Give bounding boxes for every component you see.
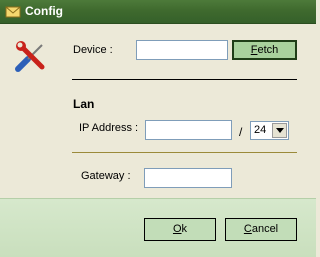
config-window: Config Device : Fetch Lan IP Address : /… (0, 0, 316, 257)
ok-button-mnemonic: O (172, 223, 182, 235)
gateway-input[interactable] (144, 168, 232, 188)
ip-address-input[interactable] (145, 120, 232, 140)
fetch-button-label: etch (257, 44, 279, 56)
divider-top (72, 79, 297, 80)
cancel-button-mnemonic: C (243, 223, 252, 235)
device-label: Device : (73, 44, 113, 56)
gateway-label: Gateway : (81, 170, 131, 182)
dialog-footer: Ok Cancel (0, 198, 316, 257)
cancel-button[interactable]: Cancel (225, 218, 297, 241)
cancel-button-label: ancel (251, 223, 279, 235)
title-bar[interactable]: Config (0, 0, 316, 24)
ok-button-label: k (181, 223, 188, 235)
chevron-down-icon[interactable] (272, 123, 287, 138)
ip-address-label: IP Address : (79, 122, 139, 134)
prefix-separator: / (239, 125, 243, 139)
fetch-button[interactable]: Fetch (232, 40, 297, 60)
device-input[interactable] (136, 40, 228, 60)
ok-button[interactable]: Ok (144, 218, 216, 241)
prefix-select[interactable]: 24 (250, 121, 289, 140)
form-panel: Device : Fetch Lan IP Address : / 24 Gat… (0, 24, 316, 198)
lan-heading: Lan (73, 97, 95, 111)
divider-bottom (72, 152, 297, 153)
prefix-select-value: 24 (254, 124, 267, 136)
window-title: Config (25, 4, 63, 18)
envelope-icon (5, 4, 21, 20)
screwdriver-wrench-icon (14, 39, 48, 73)
